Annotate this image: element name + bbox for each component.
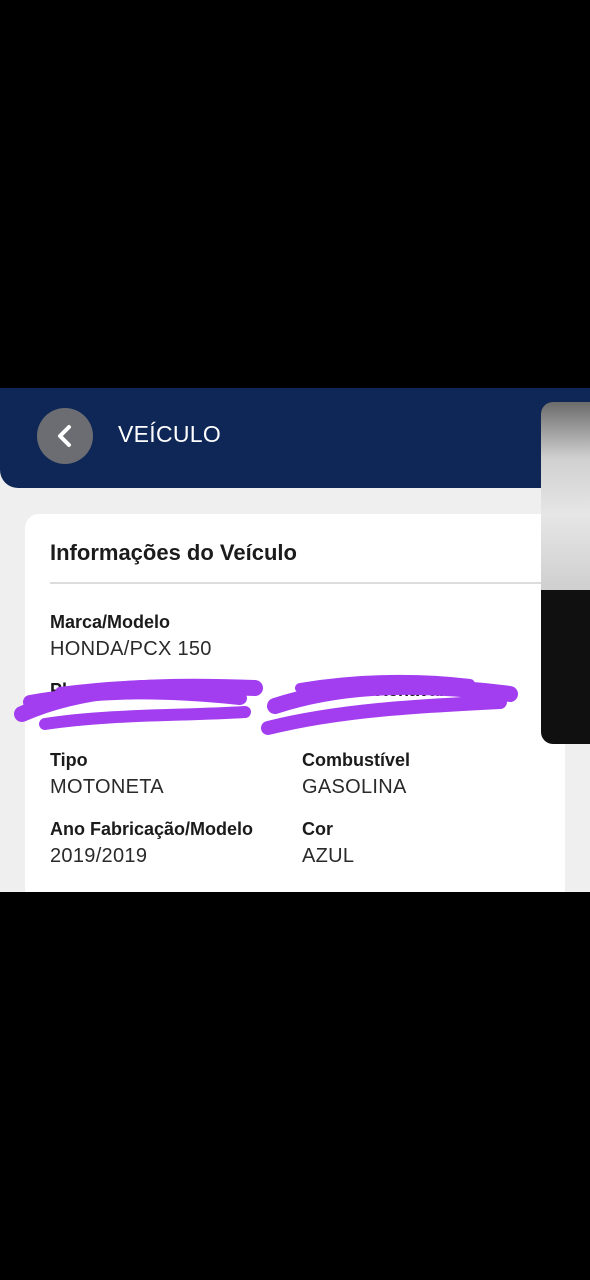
redaction-scribble (14, 674, 518, 735)
vehicle-screen: VEÍCULO Informações do Veículo Marca/Mod… (0, 388, 590, 892)
